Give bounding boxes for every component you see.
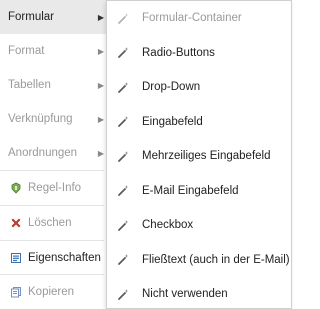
properties-icon <box>9 252 22 265</box>
menu-item-label: Regel-Info <box>28 182 82 194</box>
menu-item-tabellen[interactable]: Tabellen ▶ <box>0 68 108 102</box>
submenu-item-drop-down[interactable]: Drop-Down <box>107 70 291 105</box>
menu-item-label: Eigenschaften <box>28 252 101 264</box>
magic-wand-icon <box>117 253 131 267</box>
submenu-item-label: Mehrzeiliges Eingabefeld <box>142 150 271 163</box>
submenu-item-label: Fließtext (auch in der E-Mail) <box>142 253 290 266</box>
submenu-item-radio-buttons[interactable]: Radio-Buttons <box>107 36 291 71</box>
menu-item-label: Anordnungen <box>8 147 78 159</box>
menu-item-loeschen[interactable]: Löschen <box>0 206 108 240</box>
submenu-item-nicht-verwenden[interactable]: Nicht verwenden <box>107 277 291 309</box>
menu-item-eigenschaften[interactable]: Eigenschaften <box>0 241 108 275</box>
formular-submenu: Formular-Container Radio-Buttons Drop-Do… <box>106 0 292 309</box>
menu-item-label: Verknüpfung <box>8 113 73 125</box>
menu-item-anordnungen[interactable]: Anordnungen ▶ <box>0 136 108 170</box>
submenu-item-label: Eingabefeld <box>142 115 203 128</box>
magic-wand-icon <box>117 11 131 25</box>
menu-item-regel-info[interactable]: Regel-Info <box>0 171 108 205</box>
menu-item-label: Löschen <box>28 217 72 229</box>
submenu-item-label: Nicht verwenden <box>142 288 228 301</box>
submenu-item-eingabefeld[interactable]: Eingabefeld <box>107 105 291 140</box>
submenu-item-label: Checkbox <box>142 219 194 232</box>
delete-x-icon <box>9 217 22 230</box>
submenu-item-email-eingabefeld[interactable]: E-Mail Eingabefeld <box>107 174 291 209</box>
magic-wand-icon <box>117 149 131 163</box>
magic-wand-icon <box>117 46 131 60</box>
submenu-item-label: Radio-Buttons <box>142 46 215 59</box>
submenu-item-fliesstext[interactable]: Fließtext (auch in der E-Mail) <box>107 243 291 278</box>
rule-info-icon <box>9 182 22 195</box>
menu-item-label: Kopieren <box>28 286 75 298</box>
menu-item-format[interactable]: Format ▶ <box>0 34 108 68</box>
magic-wand-icon <box>117 184 131 198</box>
menu-item-verknuepfung[interactable]: Verknüpfung ▶ <box>0 102 108 136</box>
magic-wand-icon <box>117 287 131 301</box>
copy-icon <box>9 286 22 299</box>
submenu-item-formular-container[interactable]: Formular-Container <box>107 1 291 36</box>
magic-wand-icon <box>117 80 131 94</box>
menu-item-label: Tabellen <box>8 79 51 91</box>
menu-item-label: Formular <box>8 11 55 23</box>
submenu-item-label: Drop-Down <box>142 81 201 94</box>
context-menu: Formular ▶ Format ▶ Tabellen ▶ Verknüpfu… <box>0 0 108 309</box>
submenu-item-checkbox[interactable]: Checkbox <box>107 208 291 243</box>
magic-wand-icon <box>117 218 131 232</box>
menu-item-label: Format <box>8 45 45 57</box>
menu-item-formular[interactable]: Formular ▶ <box>0 0 108 34</box>
menu-item-kopieren[interactable]: Kopieren <box>0 275 108 309</box>
submenu-item-mehrzeiliges-eingabefeld[interactable]: Mehrzeiliges Eingabefeld <box>107 139 291 174</box>
submenu-item-label: Formular-Container <box>142 12 242 25</box>
submenu-item-label: E-Mail Eingabefeld <box>142 184 239 197</box>
magic-wand-icon <box>117 115 131 129</box>
